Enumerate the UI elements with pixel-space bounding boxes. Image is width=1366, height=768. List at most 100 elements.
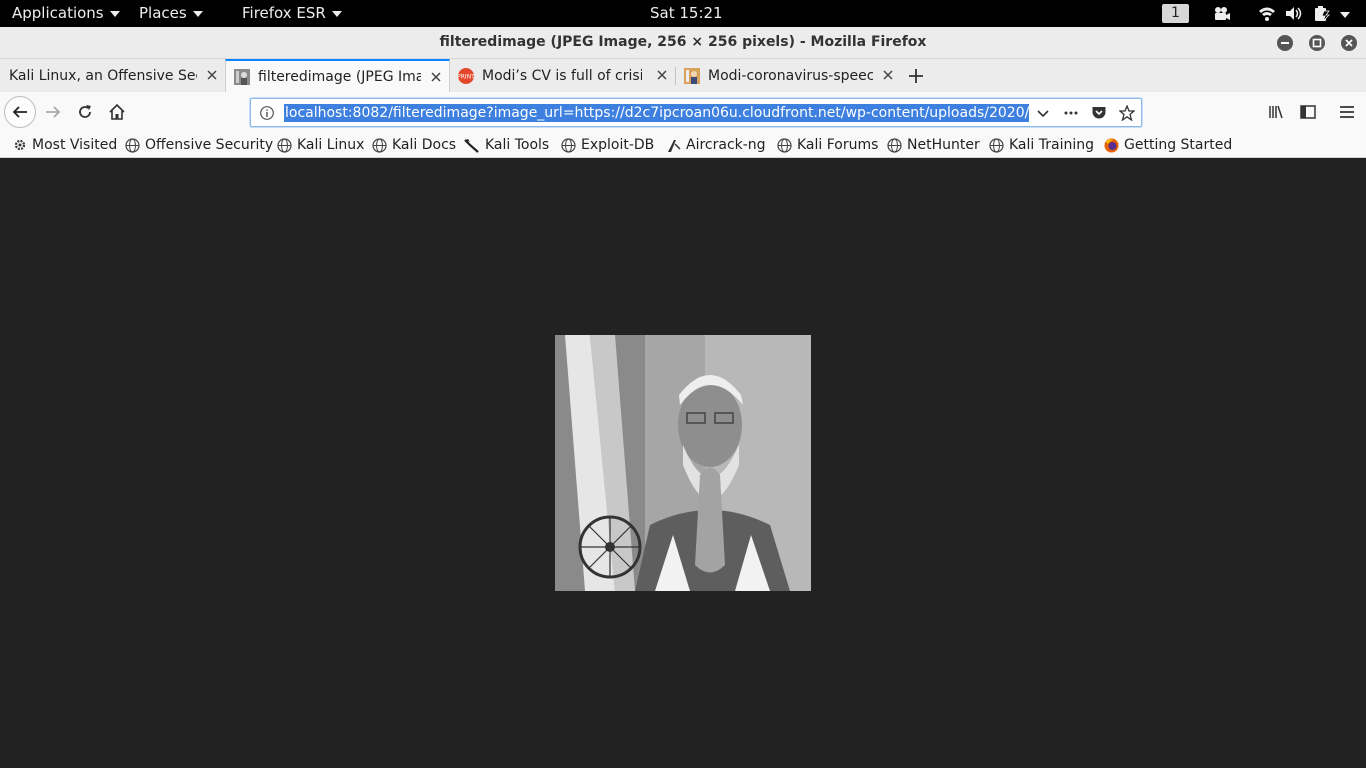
close-window-button[interactable]	[1341, 35, 1357, 51]
library-icon	[1269, 105, 1283, 119]
video-camera-icon[interactable]	[1213, 5, 1231, 22]
bookmark-kali-training[interactable]: Kali Training	[989, 135, 1094, 155]
home-icon	[109, 103, 125, 120]
chevron-down-icon[interactable]	[1035, 105, 1051, 121]
clock[interactable]: Sat 15:21	[650, 4, 723, 22]
close-icon	[1345, 39, 1353, 47]
globe-icon	[561, 137, 576, 153]
reload-button[interactable]	[69, 96, 101, 128]
tab-strip: Kali Linux, an Offensive Secu filteredim…	[0, 59, 1366, 92]
app-menu-label: Firefox ESR	[242, 4, 326, 22]
close-tab-icon[interactable]	[655, 68, 669, 82]
minimize-button[interactable]	[1277, 35, 1293, 51]
url-bar[interactable]: localhost:8082/filteredimage?image_url=h…	[250, 98, 1142, 127]
bookmark-label: Kali Docs	[392, 137, 457, 153]
library-button[interactable]	[1260, 96, 1292, 128]
bookmark-aircrack-ng[interactable]: Aircrack-ng	[666, 135, 766, 155]
info-icon[interactable]	[259, 105, 275, 121]
tab-filteredimage[interactable]: filteredimage (JPEG Imag	[225, 59, 450, 92]
aircrack-icon	[668, 139, 681, 152]
tab-label: Kali Linux, an Offensive Secu	[9, 67, 197, 84]
news-icon: PRINT	[458, 67, 474, 84]
page-content	[0, 158, 1366, 768]
bookmark-getting-started[interactable]: Getting Started	[1104, 135, 1232, 155]
bookmark-label: Kali Tools	[485, 137, 550, 153]
top-panel: Applications Places Firefox ESR Sat 15:2…	[0, 0, 1366, 27]
close-tab-icon[interactable]	[429, 70, 443, 84]
tab-label: filteredimage (JPEG Imag	[258, 68, 421, 85]
photo-placeholder	[555, 335, 811, 591]
bookmark-kali-forums[interactable]: Kali Forums	[777, 135, 878, 155]
wifi-icon[interactable]	[1258, 5, 1276, 22]
bookmark-label: Most Visited	[32, 137, 118, 153]
battery-icon[interactable]	[1313, 5, 1331, 22]
bookmark-label: Kali Training	[1009, 137, 1094, 153]
page-actions-more-icon[interactable]	[1063, 105, 1079, 121]
arrow-left-icon	[12, 106, 27, 118]
bookmark-exploit-db[interactable]: Exploit-DB	[561, 135, 654, 155]
chevron-down-icon	[331, 11, 342, 17]
hamburger-menu-icon	[1340, 106, 1354, 118]
applications-menu[interactable]: Applications	[12, 4, 120, 22]
bookmark-label: Getting Started	[1124, 137, 1233, 153]
globe-icon	[887, 137, 902, 153]
grayscale-portrait-image[interactable]	[555, 335, 811, 591]
image-thumb-icon	[234, 68, 250, 85]
bookmark-star-icon[interactable]	[1119, 105, 1135, 121]
globe-icon	[777, 137, 792, 153]
globe-icon	[989, 137, 1004, 153]
app-menu[interactable]: Firefox ESR	[242, 4, 342, 22]
bookmark-most-visited[interactable]: Most Visited	[13, 135, 117, 155]
url-input[interactable]: localhost:8082/filteredimage?image_url=h…	[284, 104, 1029, 122]
forward-button[interactable]	[37, 96, 69, 128]
globe-icon	[125, 137, 140, 153]
bookmark-nethunter[interactable]: NetHunter	[887, 135, 980, 155]
close-tab-icon[interactable]	[205, 68, 219, 82]
sidebar-icon	[1300, 105, 1316, 119]
tab-modi-cv[interactable]: PRINT Modi’s CV is full of crisis m	[450, 59, 675, 92]
svg-text:PRINT: PRINT	[458, 73, 474, 80]
window-title: filteredimage (JPEG Image, 256 × 256 pix…	[439, 34, 927, 50]
applications-label: Applications	[12, 4, 104, 22]
bookmark-kali-tools[interactable]: Kali Tools	[464, 135, 549, 155]
places-menu[interactable]: Places	[139, 4, 203, 22]
gear-icon	[14, 139, 26, 151]
bookmark-label: NetHunter	[907, 137, 980, 153]
bookmark-kali-docs[interactable]: Kali Docs	[372, 135, 456, 155]
maximize-button[interactable]	[1309, 35, 1325, 51]
sidebar-toggle-button[interactable]	[1292, 96, 1324, 128]
bookmark-label: Aircrack-ng	[686, 137, 766, 153]
open-menu-button[interactable]	[1331, 96, 1363, 128]
globe-icon	[372, 137, 387, 153]
system-menu-caret-icon[interactable]	[1340, 12, 1350, 18]
window-titlebar: filteredimage (JPEG Image, 256 × 256 pix…	[0, 27, 1366, 59]
bookmarks-toolbar: Most Visited Offensive Security Kali Lin…	[0, 132, 1366, 158]
tab-modi-coronavirus-speech[interactable]: Modi-coronavirus-speech	[676, 59, 901, 92]
navigation-toolbar: localhost:8082/filteredimage?image_url=h…	[0, 92, 1366, 132]
new-tab-plus-icon[interactable]	[907, 67, 925, 85]
home-button[interactable]	[101, 96, 133, 128]
kali-tools-icon	[464, 138, 479, 153]
pocket-icon[interactable]	[1091, 105, 1107, 121]
bookmark-kali-linux[interactable]: Kali Linux	[277, 135, 364, 155]
image-thumb-icon	[684, 67, 700, 84]
firefox-icon	[1104, 138, 1119, 152]
tab-label: Modi-coronavirus-speech	[708, 67, 873, 84]
arrow-right-icon	[46, 106, 61, 118]
back-button[interactable]	[4, 96, 36, 128]
workspace-indicator[interactable]: 1	[1162, 4, 1189, 23]
bookmark-label: Offensive Security	[145, 137, 274, 153]
tab-label: Modi’s CV is full of crisis m	[482, 67, 642, 84]
bookmark-label: Kali Linux	[297, 137, 365, 153]
maximize-icon	[1312, 38, 1322, 48]
bookmark-offensive-security[interactable]: Offensive Security	[125, 135, 273, 155]
close-tab-icon[interactable]	[881, 68, 895, 82]
bookmark-label: Kali Forums	[797, 137, 879, 153]
chevron-down-icon	[109, 11, 120, 17]
reload-icon	[79, 105, 91, 118]
tab-kali-linux[interactable]: Kali Linux, an Offensive Secu	[0, 59, 225, 92]
places-label: Places	[139, 4, 187, 22]
globe-icon	[277, 137, 292, 153]
volume-icon[interactable]	[1285, 5, 1303, 22]
chevron-down-icon	[192, 11, 203, 17]
